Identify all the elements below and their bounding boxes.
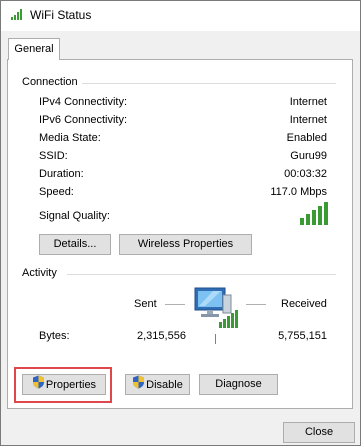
properties-button[interactable]: Properties	[22, 374, 106, 395]
details-button-label: Details...	[53, 238, 97, 250]
received-line	[246, 304, 266, 305]
media-state-label: Media State:	[39, 132, 101, 144]
duration-value: 00:03:32	[284, 168, 327, 180]
tab-general[interactable]: General	[8, 38, 60, 60]
activity-heading: Activity	[22, 267, 61, 279]
diagnose-button-label: Diagnose	[215, 378, 262, 390]
connection-divider	[81, 83, 336, 84]
speed-value: 117.0 Mbps	[270, 186, 327, 198]
ipv4-label: IPv4 Connectivity:	[39, 96, 128, 108]
properties-button-label: Properties	[45, 379, 97, 391]
activity-divider	[67, 274, 336, 275]
ipv6-label: IPv6 Connectivity:	[39, 114, 128, 126]
bytes-label: Bytes:	[39, 330, 70, 342]
wifi-status-window: WiFi Status General Connection IPv4 Conn…	[0, 0, 361, 446]
details-button[interactable]: Details...	[39, 234, 111, 255]
diagnose-button[interactable]: Diagnose	[199, 374, 278, 395]
uac-shield-icon	[32, 375, 45, 396]
wireless-properties-button-label: Wireless Properties	[137, 238, 234, 250]
signal-strength-icon	[299, 200, 329, 229]
activity-separator	[215, 334, 216, 344]
ssid-label: SSID:	[39, 150, 68, 162]
disable-button[interactable]: Disable	[125, 374, 190, 395]
duration-label: Duration:	[39, 168, 84, 180]
ipv6-value: Internet	[289, 114, 327, 126]
bytes-received-value: 5,755,151	[278, 330, 327, 342]
connection-heading: Connection	[22, 76, 82, 88]
sent-label: Sent	[134, 298, 157, 310]
sent-line	[165, 304, 185, 305]
uac-shield-icon	[132, 375, 145, 396]
window-title: WiFi Status	[30, 8, 92, 22]
ssid-value: Guru99	[290, 150, 327, 162]
wifi-signal-icon	[10, 7, 24, 24]
bytes-sent-value: 2,315,556	[137, 330, 186, 342]
media-state-value: Enabled	[286, 132, 327, 144]
received-label: Received	[281, 298, 327, 310]
close-button[interactable]: Close	[283, 422, 355, 443]
disable-button-label: Disable	[146, 379, 183, 391]
speed-label: Speed:	[39, 186, 74, 198]
network-computer-icon	[193, 285, 243, 334]
wireless-properties-button[interactable]: Wireless Properties	[119, 234, 252, 255]
ipv4-value: Internet	[289, 96, 327, 108]
title-bar: WiFi Status	[1, 1, 360, 31]
signal-quality-label: Signal Quality:	[39, 210, 110, 222]
close-button-label: Close	[304, 426, 334, 438]
